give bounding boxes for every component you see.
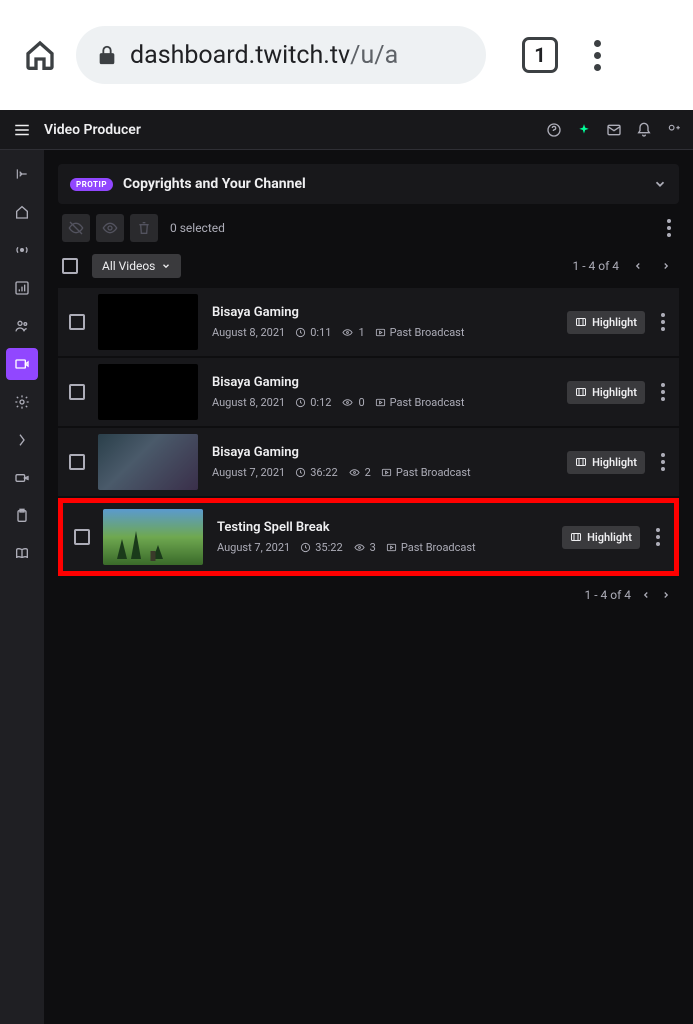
video-row[interactable]: Bisaya Gaming August 8, 2021 0:11 1 Past… xyxy=(58,288,679,356)
video-title: Bisaya Gaming xyxy=(212,375,559,390)
protip-badge: PROTIP xyxy=(70,178,113,191)
nav-clipboard-icon[interactable] xyxy=(6,500,38,532)
lock-icon xyxy=(96,44,118,66)
video-type: Past Broadcast xyxy=(386,541,476,554)
delete-button[interactable] xyxy=(130,214,158,242)
video-duration: 0:12 xyxy=(295,396,331,409)
inbox-icon[interactable] xyxy=(605,121,623,139)
nav-community-icon[interactable] xyxy=(6,310,38,342)
browser-tabs-button[interactable]: 1 xyxy=(522,37,558,73)
video-date: August 8, 2021 xyxy=(212,326,285,339)
nav-settings-icon[interactable] xyxy=(6,386,38,418)
filter-dropdown[interactable]: All Videos xyxy=(92,254,181,278)
video-date: August 8, 2021 xyxy=(212,396,285,409)
video-row[interactable]: Bisaya Gaming August 8, 2021 0:12 0 Past… xyxy=(58,358,679,426)
next-page-button-bottom[interactable] xyxy=(661,590,671,600)
user-icon[interactable] xyxy=(665,121,683,139)
video-row[interactable]: Bisaya Gaming August 7, 2021 36:22 2 Pas… xyxy=(58,428,679,496)
video-menu-button[interactable] xyxy=(653,447,673,477)
browser-address-bar[interactable]: dashboard.twitch.tv/u/a xyxy=(76,26,486,84)
nav-stream-icon[interactable] xyxy=(6,234,38,266)
nav-collapse-icon[interactable] xyxy=(6,158,38,190)
video-thumbnail[interactable] xyxy=(98,434,198,490)
pagination-range-bottom: 1 - 4 of 4 xyxy=(585,588,631,602)
pagination-range: 1 - 4 of 4 xyxy=(573,259,619,273)
video-title: Bisaya Gaming xyxy=(212,305,559,320)
video-row[interactable]: Testing Spell Break August 7, 2021 35:22… xyxy=(58,498,679,576)
video-type: Past Broadcast xyxy=(375,326,465,339)
selected-count: 0 selected xyxy=(170,221,657,235)
highlight-icon xyxy=(570,531,582,543)
highlight-button[interactable]: Highlight xyxy=(567,311,645,334)
filter-label: All Videos xyxy=(102,259,155,273)
hide-button[interactable] xyxy=(62,214,90,242)
hamburger-menu-button[interactable] xyxy=(10,118,34,142)
highlight-icon xyxy=(575,456,587,468)
video-checkbox[interactable] xyxy=(74,529,90,545)
banner-title: Copyrights and Your Channel xyxy=(123,176,643,192)
video-duration: 35:22 xyxy=(300,541,342,554)
nav-extensions-icon[interactable] xyxy=(6,424,38,456)
chevron-down-icon xyxy=(161,261,171,271)
show-button[interactable] xyxy=(96,214,124,242)
video-thumbnail[interactable] xyxy=(98,294,198,350)
video-thumbnail[interactable] xyxy=(98,364,198,420)
sparkle-icon[interactable] xyxy=(575,121,593,139)
video-menu-button[interactable] xyxy=(648,522,668,552)
protip-banner[interactable]: PROTIP Copyrights and Your Channel xyxy=(58,164,679,204)
nav-camera-icon[interactable] xyxy=(6,462,38,494)
video-title: Bisaya Gaming xyxy=(212,445,559,460)
video-checkbox[interactable] xyxy=(69,454,85,470)
nav-analytics-icon[interactable] xyxy=(6,272,38,304)
notifications-icon[interactable] xyxy=(635,121,653,139)
nav-home-icon[interactable] xyxy=(6,196,38,228)
browser-home-button[interactable] xyxy=(20,35,60,75)
prev-page-button[interactable] xyxy=(629,259,647,273)
video-duration: 0:11 xyxy=(295,326,331,339)
video-type: Past Broadcast xyxy=(381,466,471,479)
video-views: 3 xyxy=(353,541,376,554)
page-title: Video Producer xyxy=(44,122,535,138)
video-title: Testing Spell Break xyxy=(217,520,554,535)
video-views: 2 xyxy=(348,466,371,479)
video-date: August 7, 2021 xyxy=(217,541,290,554)
url-text: dashboard.twitch.tv/u/a xyxy=(130,41,398,70)
highlight-button[interactable]: Highlight xyxy=(567,451,645,474)
video-menu-button[interactable] xyxy=(653,377,673,407)
highlight-icon xyxy=(575,386,587,398)
left-nav xyxy=(0,150,44,1024)
nav-content-icon[interactable] xyxy=(6,348,38,380)
highlight-button[interactable]: Highlight xyxy=(567,381,645,404)
nav-book-icon[interactable] xyxy=(6,538,38,570)
video-checkbox[interactable] xyxy=(69,314,85,330)
video-checkbox[interactable] xyxy=(69,384,85,400)
highlight-icon xyxy=(575,316,587,328)
video-date: August 7, 2021 xyxy=(212,466,285,479)
video-type: Past Broadcast xyxy=(375,396,465,409)
video-views: 1 xyxy=(341,326,364,339)
video-duration: 36:22 xyxy=(295,466,337,479)
highlight-button[interactable]: Highlight xyxy=(562,526,640,549)
video-menu-button[interactable] xyxy=(653,307,673,337)
video-thumbnail[interactable] xyxy=(103,509,203,565)
next-page-button[interactable] xyxy=(657,259,675,273)
prev-page-button-bottom[interactable] xyxy=(641,590,651,600)
browser-menu-button[interactable] xyxy=(588,34,607,77)
help-icon[interactable] xyxy=(545,121,563,139)
chevron-down-icon xyxy=(653,177,667,191)
select-all-checkbox[interactable] xyxy=(62,258,78,274)
toolbar-menu-button[interactable] xyxy=(663,215,675,241)
video-views: 0 xyxy=(341,396,364,409)
